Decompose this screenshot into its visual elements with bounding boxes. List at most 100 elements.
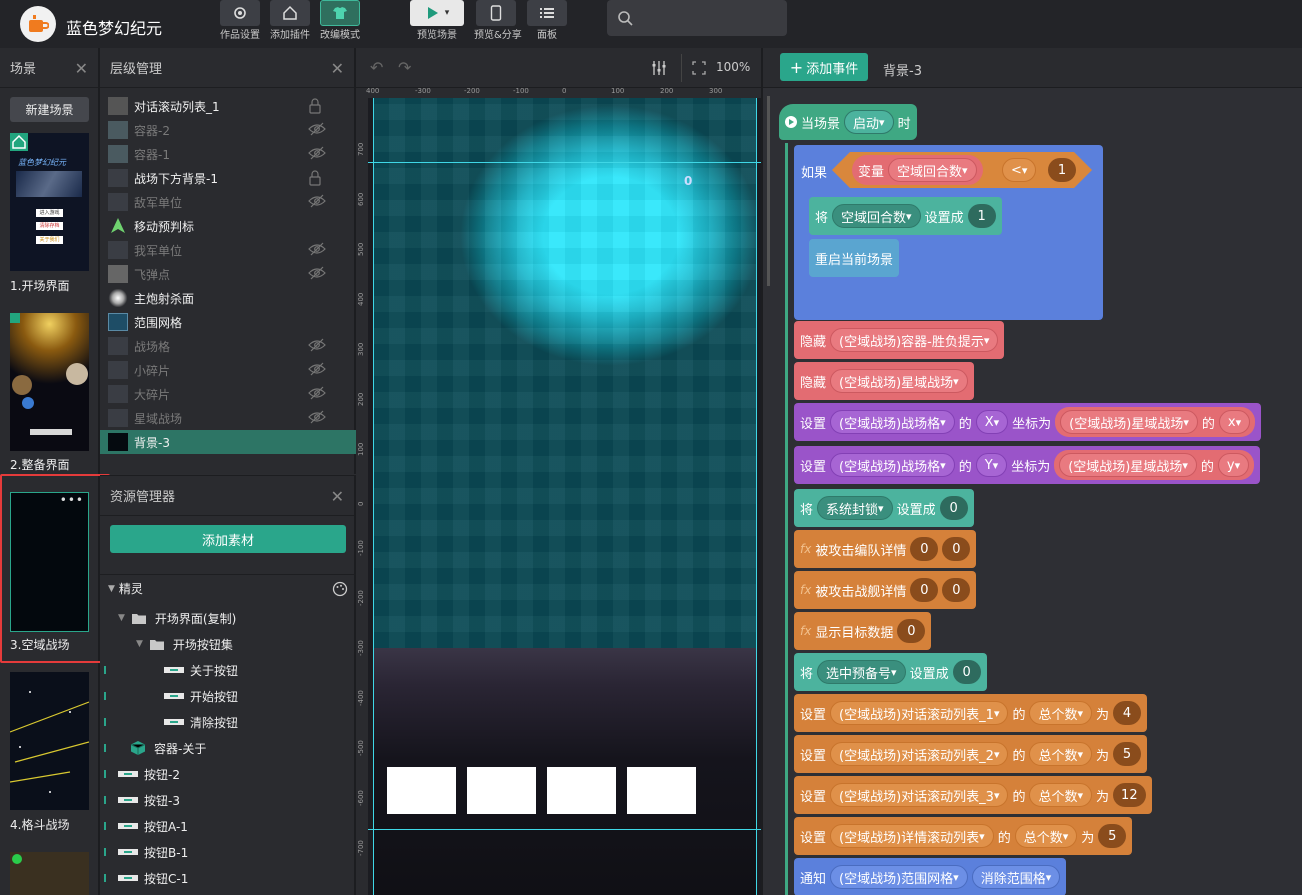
preview-scene-button[interactable]: ▾ 预览场景 [410, 0, 464, 41]
layer-row[interactable]: 飞弹点 [100, 262, 356, 286]
layer-row[interactable]: 敌军单位 [100, 190, 356, 214]
layer-row[interactable]: 容器-1 [100, 142, 356, 166]
stage[interactable]: 0 [368, 98, 761, 895]
target-dropdown[interactable]: (空域战场)星域战场 [830, 369, 968, 393]
canvas-button-a[interactable] [387, 767, 456, 814]
scene-label[interactable]: 4.格斗战场 [10, 816, 69, 833]
eye-hidden-icon[interactable] [308, 194, 326, 210]
set-variable-block[interactable]: 将系统封锁设置成0 [794, 489, 974, 527]
layer-row[interactable]: 战场下方背景-1 [100, 166, 356, 190]
asset-item[interactable]: 按钮-2 [118, 762, 180, 786]
asset-item[interactable]: ▼ 开场按钮集 [136, 632, 233, 656]
lock-icon[interactable] [308, 170, 326, 186]
message-dropdown[interactable]: 消除范围格 [971, 865, 1061, 889]
layer-row[interactable]: 星域战场 [100, 406, 356, 430]
value-input[interactable]: 5 [1098, 824, 1127, 848]
axis-dropdown[interactable]: X [975, 410, 1009, 434]
value-input[interactable]: 0 [910, 578, 939, 602]
property-dropdown[interactable]: 总个数 [1029, 742, 1093, 766]
property-reporter[interactable]: (空域战场)星域战场的y [1054, 450, 1255, 480]
eye-hidden-icon[interactable] [308, 362, 326, 378]
value-input[interactable]: 0 [897, 619, 926, 643]
asset-item[interactable]: 清除按钮 [154, 710, 238, 734]
set-property-block[interactable]: 设置(空域战场)对话滚动列表_3的总个数为12 [794, 776, 1152, 814]
property-dropdown[interactable]: 总个数 [1014, 824, 1078, 848]
scene-thumb-5[interactable] [10, 852, 89, 895]
sliders-icon[interactable] [650, 59, 668, 77]
canvas-button-c[interactable] [547, 767, 616, 814]
property-dropdown[interactable]: y [1217, 453, 1250, 477]
new-scene-button[interactable]: 新建场景 [10, 97, 89, 122]
asset-item[interactable]: 按钮C-1 [118, 866, 188, 890]
panel-button[interactable]: 面板 [527, 0, 567, 41]
property-dropdown[interactable]: 总个数 [1029, 701, 1093, 725]
scene-label[interactable]: 2.整备界面 [10, 456, 69, 473]
layer-row[interactable]: 我军单位 [100, 238, 356, 262]
layer-row[interactable]: 移动预判标 [100, 214, 356, 238]
canvas-button-d[interactable] [627, 767, 696, 814]
asset-item[interactable]: 按钮-3 [118, 788, 180, 812]
preview-share-button[interactable]: 预览&分享 [474, 0, 522, 41]
value-input[interactable]: 0 [942, 537, 971, 561]
set-property-block[interactable]: 设置(空域战场)对话滚动列表_1的总个数为4 [794, 694, 1148, 732]
variable-dropdown[interactable]: 选中预备号 [817, 660, 906, 684]
value-input[interactable]: 0 [952, 660, 981, 684]
work-settings-button[interactable]: 作品设置 [220, 0, 260, 41]
notify-block[interactable]: 通知(空域战场)范围网格消除范围格 [794, 858, 1067, 895]
lock-icon[interactable] [308, 98, 326, 114]
target-dropdown[interactable]: (空域战场)战场格 [830, 453, 955, 477]
layer-row[interactable]: 小碎片 [100, 358, 356, 382]
eye-hidden-icon[interactable] [308, 146, 326, 162]
close-icon[interactable]: ✕ [331, 59, 344, 78]
axis-dropdown[interactable]: Y [975, 453, 1008, 477]
search-input[interactable] [607, 0, 787, 36]
function-call-block[interactable]: fx 显示目标数据 0 [794, 612, 932, 650]
set-property-block[interactable]: 设置(空域战场)详情滚动列表的总个数为5 [794, 817, 1133, 855]
set-coordinate-block[interactable]: 设置(空域战场)战场格的X坐标为(空域战场)星域战场的x [794, 403, 1262, 441]
canvas-button-b[interactable] [467, 767, 536, 814]
zoom-level[interactable]: 100% [716, 60, 750, 74]
target-dropdown[interactable]: (空域战场)对话滚动列表_3 [830, 783, 1009, 807]
eye-hidden-icon[interactable] [308, 242, 326, 258]
property-reporter[interactable]: (空域战场)星域战场的x [1055, 407, 1256, 437]
value-input[interactable]: 5 [1113, 742, 1142, 766]
layer-row[interactable]: 对话滚动列表_1 [100, 94, 356, 118]
palette-icon[interactable] [332, 581, 348, 597]
add-asset-button[interactable]: 添加素材 [110, 525, 346, 553]
eye-hidden-icon[interactable] [308, 122, 326, 138]
layer-row[interactable]: 战场格 [100, 334, 356, 358]
function-call-block[interactable]: fx 被攻击战舰详情 0 0 [794, 571, 977, 609]
asset-item[interactable]: 按钮A-1 [118, 814, 188, 838]
asset-item[interactable]: 关于按钮 [154, 658, 238, 682]
asset-item[interactable]: 容器-关于 [118, 736, 206, 760]
sprite-section[interactable]: ▼ 精灵 [108, 580, 143, 597]
layer-row[interactable]: 主炮射杀面 [100, 286, 356, 310]
asset-item[interactable]: ▼ 开场界面(复制) [118, 606, 236, 630]
hide-block[interactable]: 隐藏 (空域战场)容器-胜负提示 [794, 321, 1005, 359]
adapt-mode-button[interactable]: 改编模式 [320, 0, 360, 41]
source-dropdown[interactable]: (空域战场)星域战场 [1059, 453, 1197, 477]
eye-hidden-icon[interactable] [308, 338, 326, 354]
redo-icon[interactable]: ↷ [398, 58, 411, 77]
value-input[interactable]: 4 [1113, 701, 1142, 725]
value-input[interactable]: 12 [1113, 783, 1146, 807]
add-plugin-button[interactable]: 添加插件 [270, 0, 310, 41]
value-input[interactable]: 0 [939, 496, 968, 520]
target-dropdown[interactable]: (空域战场)战场格 [830, 410, 955, 434]
scene-thumb-2[interactable] [10, 313, 89, 451]
asset-item[interactable]: 按钮B-1 [118, 840, 188, 864]
scene-thumb-1[interactable]: 蓝色梦幻纪元 进入游戏 清除存档 关于我们 [10, 133, 89, 271]
layer-row[interactable]: 容器-2 [100, 118, 356, 142]
property-dropdown[interactable]: x [1218, 410, 1251, 434]
target-dropdown[interactable]: (空域战场)详情滚动列表 [830, 824, 994, 848]
property-dropdown[interactable]: 总个数 [1029, 783, 1093, 807]
target-dropdown[interactable]: (空域战场)容器-胜负提示 [830, 328, 999, 352]
fit-screen-icon[interactable] [692, 61, 706, 75]
source-dropdown[interactable]: (空域战场)星域战场 [1060, 410, 1198, 434]
set-variable-block[interactable]: 将选中预备号设置成0 [794, 653, 987, 691]
target-dropdown[interactable]: (空域战场)对话滚动列表_1 [830, 701, 1009, 725]
layer-row[interactable]: 背景-3 [100, 430, 356, 454]
undo-icon[interactable]: ↶ [370, 58, 383, 77]
eye-hidden-icon[interactable] [308, 266, 326, 282]
close-icon[interactable]: ✕ [75, 59, 88, 78]
